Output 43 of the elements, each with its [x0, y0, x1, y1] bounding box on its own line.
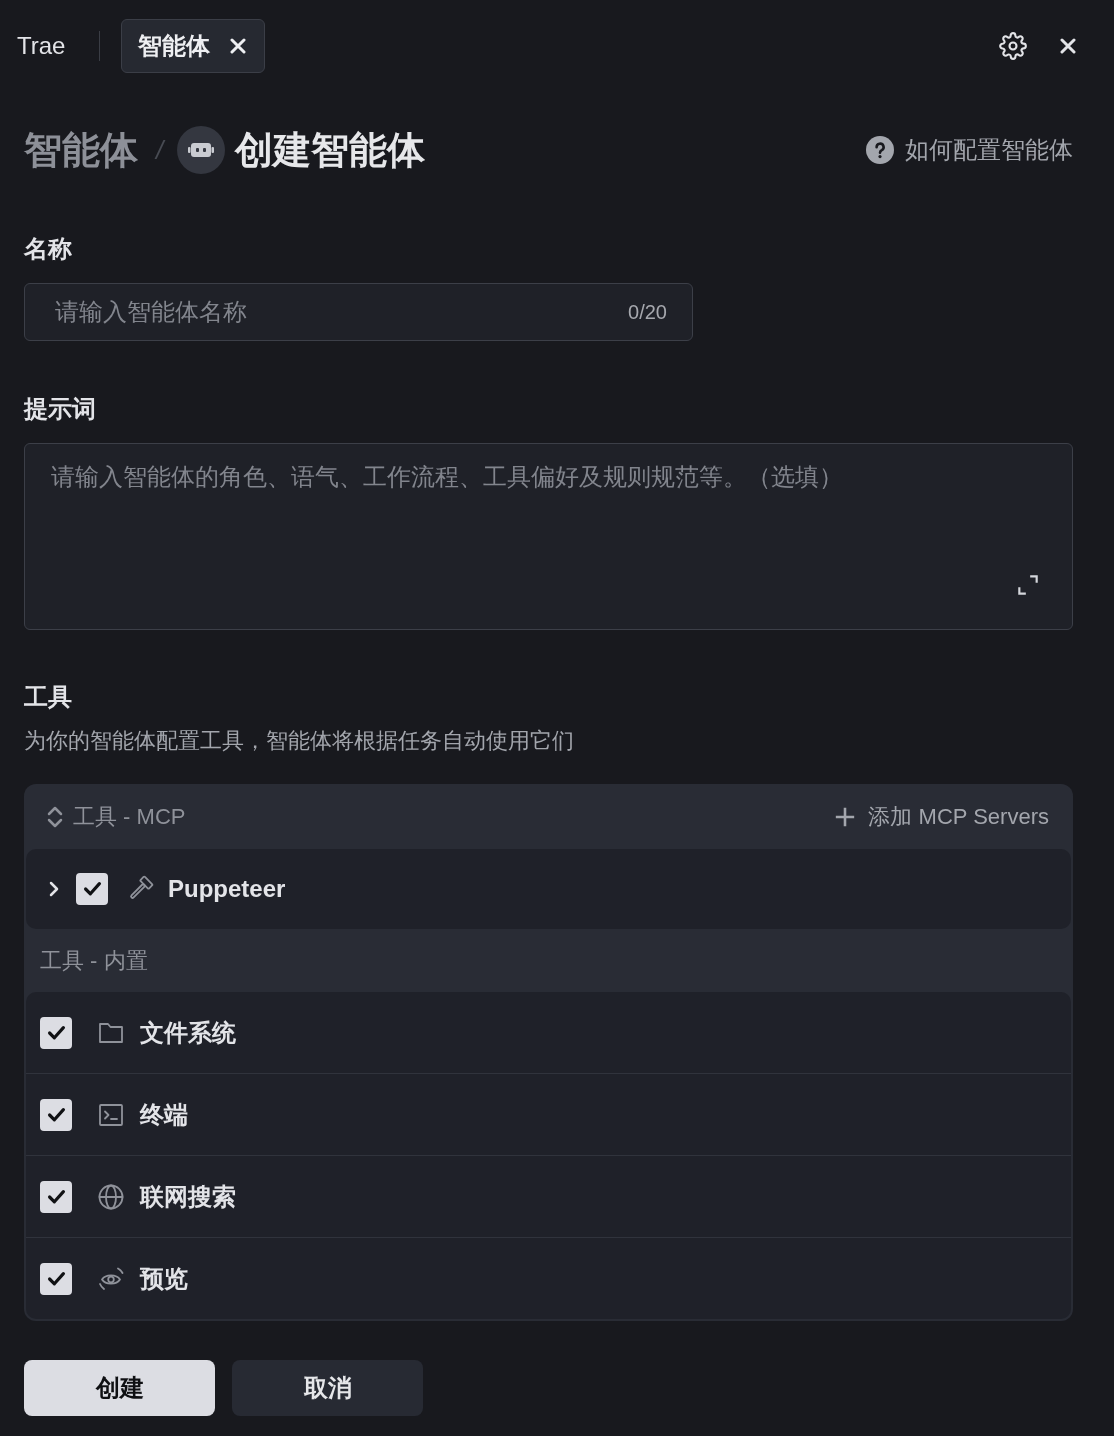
field-label: 提示词 [24, 396, 96, 422]
group-title: 工具 - MCP [73, 802, 186, 831]
section-title: 工具 [24, 684, 72, 710]
chevrons-icon[interactable] [45, 804, 65, 829]
check-icon [83, 882, 101, 896]
checkbox[interactable] [40, 1016, 72, 1049]
section-description: 为你的智能体配置工具，智能体将根据任务自动使用它们 [24, 728, 574, 754]
check-icon [47, 1271, 65, 1286]
tool-name: 文件系统 [140, 1017, 236, 1048]
checkbox[interactable] [40, 1262, 72, 1295]
breadcrumb-link[interactable]: 智能体 [24, 124, 138, 176]
cancel-button[interactable]: 取消 [232, 1360, 423, 1416]
breadcrumb-separator: / [156, 134, 164, 166]
globe-icon [97, 1182, 125, 1211]
expand-icon[interactable] [1015, 572, 1041, 598]
close-icon[interactable] [230, 38, 247, 54]
prompt-textarea[interactable]: 请输入智能体的角色、语气、工作流程、工具偏好及规则规范等。（选填） [24, 443, 1073, 630]
plus-icon [834, 805, 857, 828]
check-icon [47, 1025, 65, 1040]
check-icon [47, 1189, 65, 1204]
robot-icon [177, 126, 226, 174]
tool-row[interactable]: Puppeteer [26, 849, 1071, 929]
checkbox[interactable] [40, 1180, 72, 1213]
checkbox[interactable] [40, 1098, 72, 1131]
help-link[interactable]: 如何配置智能体 [866, 134, 1073, 166]
page-title: 创建智能体 [235, 127, 426, 173]
tool-name: 联网搜索 [140, 1181, 236, 1212]
close-icon[interactable] [1060, 38, 1076, 54]
help-icon [866, 136, 894, 164]
check-icon [47, 1107, 65, 1122]
settings-icon[interactable] [999, 32, 1027, 60]
chevron-icon[interactable] [48, 881, 60, 897]
group-title: 工具 - 内置 [40, 947, 148, 975]
character-counter: 0/20 [628, 300, 667, 324]
tool-name: 终端 [140, 1099, 188, 1130]
app-name: Trae [17, 32, 66, 60]
tool-name: Puppeteer [168, 875, 286, 903]
checkbox[interactable] [76, 873, 108, 905]
create-button[interactable]: 创建 [24, 1360, 215, 1416]
tab[interactable]: 智能体 [121, 19, 266, 73]
tool-name: 预览 [140, 1263, 188, 1294]
field-label: 名称 [24, 236, 72, 262]
add-server-button[interactable]: 添加 MCP Servers [834, 801, 1049, 832]
